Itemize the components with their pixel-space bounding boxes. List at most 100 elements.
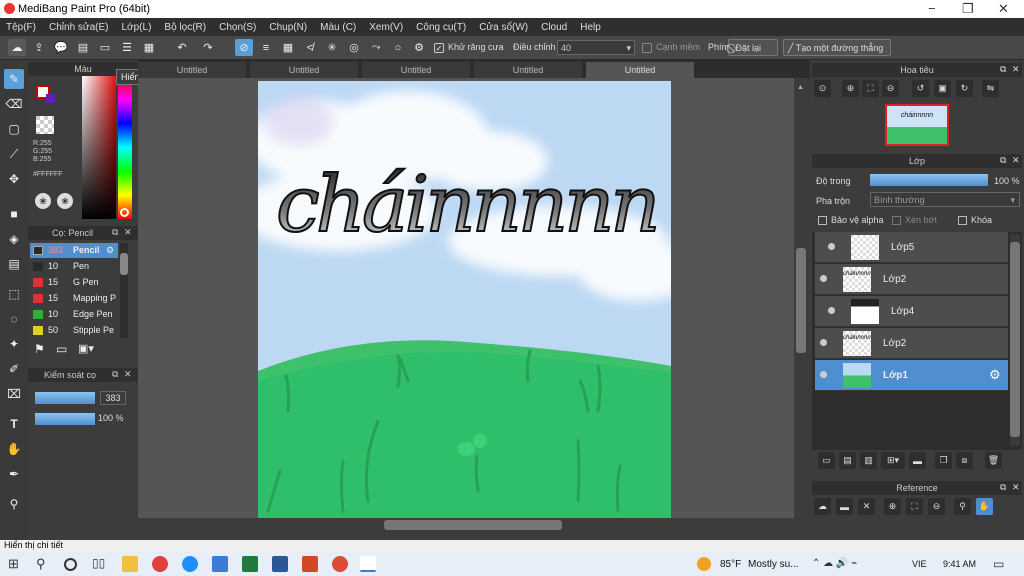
size-slider[interactable] [35,392,95,404]
canvas-area[interactable]: cháinnnnn [138,78,798,518]
maximize-button[interactable]: ❐ [962,1,974,17]
horizontal-scroll-thumb[interactable] [384,520,562,530]
tray-icons[interactable]: ⌃ ☁ 🔊 ⌁ [812,558,857,569]
cortana-icon[interactable] [64,558,77,571]
edge-browser-icon[interactable] [182,556,198,572]
new-layer-icon[interactable]: ▭ [818,452,835,469]
soft-edge-checkbox[interactable] [642,43,652,53]
expand-icon[interactable]: ⧉ [112,227,118,238]
eye-icon[interactable] [820,275,827,282]
close-button[interactable]: ✕ [998,1,1009,17]
monitor-app-icon[interactable] [212,556,228,572]
task-view-icon[interactable]: ▯▯ [92,556,108,572]
brush-tool-icon[interactable]: ✎ [4,69,24,89]
menu-snap[interactable]: Chụp(N) [269,22,307,33]
parallel-snap-icon[interactable]: ≡ [257,39,275,56]
zoom-in-icon[interactable]: ⊕ [884,498,901,515]
close-icon[interactable]: ✕ [858,498,875,515]
move-tool-icon[interactable]: ✥ [4,169,24,189]
open-folder-icon[interactable]: ▬ [836,498,853,515]
eyedropper-tool-icon[interactable]: ⚲ [4,494,24,514]
close-icon[interactable]: ✕ [1012,482,1020,493]
curve-snap-icon[interactable]: ⤳ [367,39,385,56]
close-icon[interactable]: ✕ [124,369,132,380]
new-halftone-layer-icon[interactable]: ▤ [839,452,856,469]
pen-tool-icon[interactable]: ✒ [4,464,24,484]
expand-icon[interactable]: ⧉ [1000,482,1006,493]
chrome-icon[interactable] [332,556,348,572]
excel-icon[interactable] [242,556,258,572]
expand-icon[interactable]: ⧉ [1000,155,1006,166]
settings-icon[interactable]: ⚙ [410,39,428,56]
no-snap-icon[interactable]: ⊘ [235,39,253,56]
layer-row[interactable]: cháinnnnn Lớp2 [815,264,1008,295]
perspective-snap-icon[interactable]: ≮ [301,39,319,56]
fill-rect-tool-icon[interactable]: ■ [4,204,24,224]
gear-icon[interactable]: ⚙ [989,367,1001,383]
transparent-swatch[interactable] [36,116,54,134]
bucket-tool-icon[interactable]: ◈ [4,229,24,249]
tab-untitled[interactable]: Untitled [250,62,358,78]
new-8bit-layer-icon[interactable]: ▥ [860,452,877,469]
navigator-thumbnail[interactable]: cháinnnnn [885,104,949,146]
hue-handle[interactable] [120,208,129,217]
fit-icon[interactable]: ⛶ [906,498,923,515]
select-pen-tool-icon[interactable]: ✐ [4,359,24,379]
palette-icon[interactable]: ❀ [35,193,51,209]
brush-item[interactable]: 50 Stipple Pe [30,323,118,338]
straight-line-button[interactable]: ╱ Tạo một đường thẳng [783,39,891,56]
menu-filter[interactable]: Bộ lọc(R) [164,22,206,33]
layer-scroll-thumb[interactable] [1010,242,1020,437]
tab-untitled-active[interactable]: Untitled [586,62,694,78]
weather-text[interactable]: Mostly su... [748,559,799,570]
radial-snap-icon[interactable]: ✳ [323,39,341,56]
opacity-slider[interactable] [35,413,95,425]
eye-icon[interactable] [828,307,835,314]
panel-icon[interactable]: ▤ [74,39,92,56]
file-explorer-icon[interactable] [122,556,138,572]
layer-row[interactable]: cháinnnnn Lớp2 [815,328,1008,359]
brush-item[interactable]: 10 Pen [30,259,118,274]
menu-edit[interactable]: Chỉnh sửa(E) [49,22,109,33]
tab-untitled[interactable]: Untitled [362,62,470,78]
minimize-button[interactable]: − [928,1,936,16]
menu-help[interactable]: Help [580,22,601,33]
rotate-right-icon[interactable]: ↻ [956,80,973,97]
speech-bubble-icon[interactable]: 💬 [52,39,70,56]
rotate-left-icon[interactable]: ↺ [912,80,929,97]
select-eraser-tool-icon[interactable]: ⌧ [4,384,24,404]
adjust-combo[interactable]: 40 ▾ [557,40,635,55]
select-tool-icon[interactable]: ⬚ [4,284,24,304]
search-icon[interactable]: ⚲ [36,556,52,572]
tab-untitled[interactable]: Untitled [138,62,246,78]
clip-checkbox[interactable] [892,216,901,225]
brush-item[interactable]: 15 G Pen [30,275,118,290]
saturation-value-picker[interactable] [82,76,116,219]
lasso-tool-icon[interactable]: ◌ [4,309,24,329]
clock[interactable]: 9:41 AM [943,559,976,569]
trash-icon[interactable]: 🗑 [985,452,1002,469]
folder-icon[interactable]: ▬ [909,452,926,469]
reset-button[interactable]: ⃠ Đặt lại [728,39,778,56]
blend-mode-select[interactable]: Bình thường ▾ [870,192,1020,207]
layer-row[interactable]: Lớp5 [815,232,1008,263]
list-icon[interactable]: ☰ [118,39,136,56]
zoom-in-icon[interactable]: ⊕ [842,80,859,97]
hand-tool-icon[interactable]: ✋ [4,439,24,459]
flip-icon[interactable]: ⇋ [982,80,999,97]
palette-add-icon[interactable]: ❀ [57,193,73,209]
scroll-up-icon[interactable]: ▲ [797,84,804,91]
merge-layer-icon[interactable]: ⧈ [956,452,973,469]
shape-tool-icon[interactable]: ▢ [4,119,24,139]
medibang-taskbar-icon[interactable] [360,556,376,572]
close-icon[interactable]: ✕ [1012,64,1020,75]
windows-start-icon[interactable]: ⊞ [8,556,24,572]
antialias-checkbox[interactable]: ✓ [434,43,444,53]
brush-add-icon[interactable]: ⚑ [34,342,45,356]
brush-menu-icon[interactable]: ▣▾ [78,342,94,355]
circle-snap-icon[interactable]: ○ [389,39,407,56]
lock-checkbox[interactable] [958,216,967,225]
app-icon[interactable] [152,556,168,572]
grid-snap-icon[interactable]: ▦ [279,39,297,56]
eye-icon[interactable] [820,339,827,346]
